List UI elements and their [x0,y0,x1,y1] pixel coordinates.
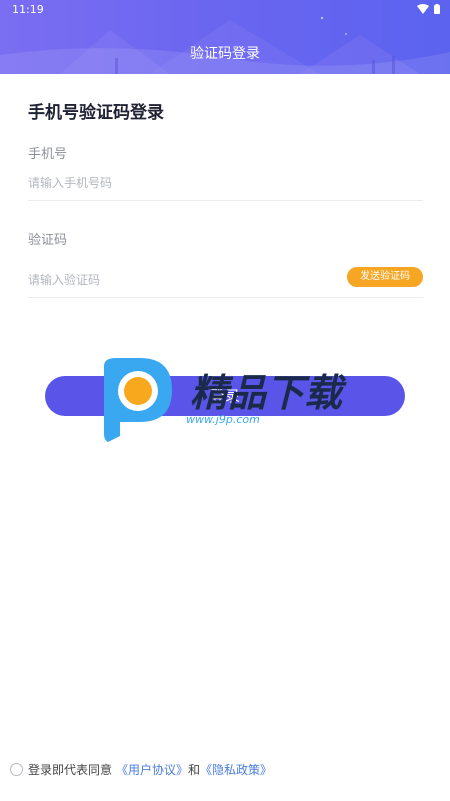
code-divider [28,297,423,298]
user-agreement-link[interactable]: 《用户协议》 [116,761,188,778]
watermark: 精品下载 www.j9p.com [98,356,360,446]
status-icons [417,4,440,14]
watermark-name: 精品下载 [190,371,347,415]
code-input[interactable] [28,271,328,289]
code-label: 验证码 [28,233,68,248]
privacy-policy-link[interactable]: 《隐私政策》 [200,761,272,778]
send-code-button[interactable]: 发送验证码 [347,267,423,287]
page-title: 验证码登录 [190,46,260,62]
watermark-url: www.j9p.com [186,413,260,426]
agreement-row: 登录即代表同意 《用户协议》 和 《隐私政策》 [10,761,272,778]
agreement-conjunction: 和 [188,763,201,777]
app-header: 11:19 验证码登录 [0,0,450,74]
agreement-checkbox[interactable] [10,763,23,776]
agreement-prefix: 登录即代表同意 [28,763,113,777]
form-heading: 手机号验证码登录 [28,103,164,123]
status-bar: 11:19 [0,0,450,20]
status-time: 11:19 [12,3,44,16]
phone-input[interactable] [28,174,328,192]
watermark-logo: 精品下载 www.j9p.com [104,358,347,442]
phone-label: 手机号 [28,147,68,162]
wifi-icon [417,4,429,14]
phone-divider [28,200,423,201]
battery-icon [434,4,440,14]
